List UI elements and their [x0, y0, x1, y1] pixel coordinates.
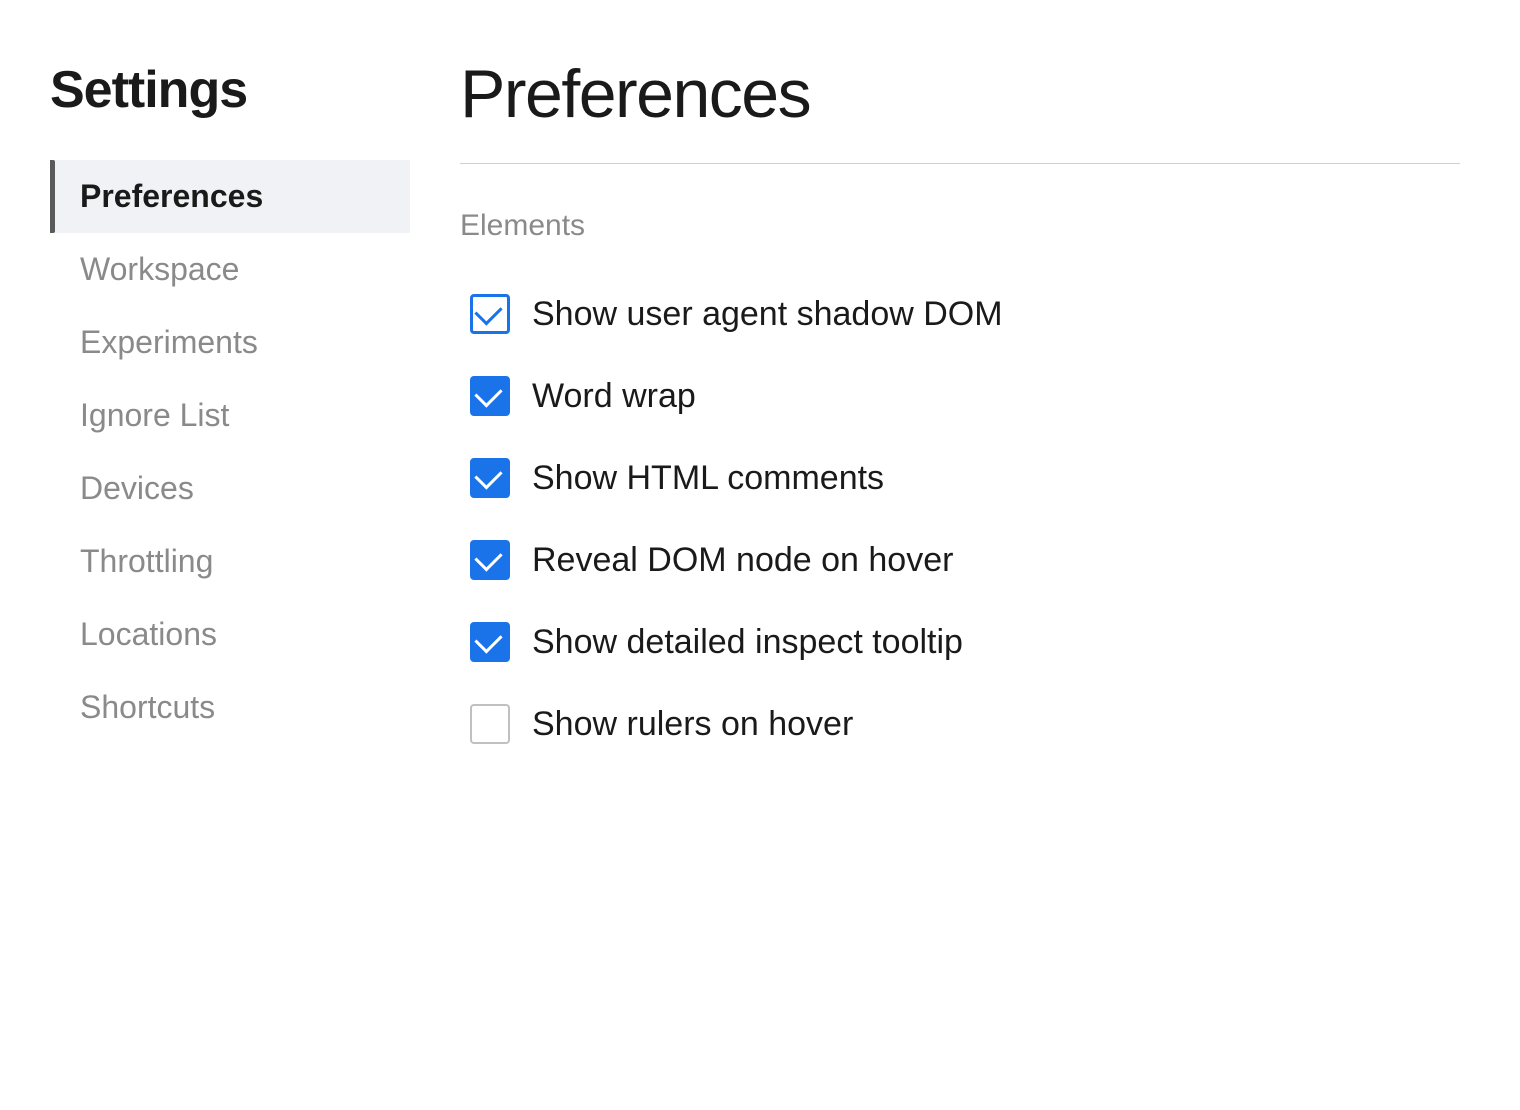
checkbox-inspect-tooltip[interactable]: [470, 622, 510, 662]
checkbox-label-shadow-dom[interactable]: Show user agent shadow DOM: [532, 295, 1003, 334]
section-label: Elements: [460, 209, 1460, 243]
checkbox-wrapper-rulers-hover: [470, 704, 510, 744]
checkbox-rulers-hover[interactable]: [470, 704, 510, 744]
list-item: Show rulers on hover: [460, 688, 1460, 760]
list-item: Word wrap: [460, 360, 1460, 432]
list-item: Show user agent shadow DOM: [460, 278, 1460, 350]
checkbox-label-inspect-tooltip[interactable]: Show detailed inspect tooltip: [532, 623, 963, 662]
checkbox-wrapper-shadow-dom: [470, 294, 510, 334]
checkbox-list: Show user agent shadow DOM Word wrap Show …: [460, 278, 1460, 760]
sidebar-item-experiments[interactable]: Experiments: [50, 306, 410, 379]
checkbox-label-rulers-hover[interactable]: Show rulers on hover: [532, 705, 853, 744]
sidebar-item-devices[interactable]: Devices: [50, 452, 410, 525]
checkbox-label-html-comments[interactable]: Show HTML comments: [532, 459, 884, 498]
checkbox-word-wrap[interactable]: [470, 376, 510, 416]
checkbox-label-reveal-dom[interactable]: Reveal DOM node on hover: [532, 541, 953, 580]
sidebar-item-shortcuts[interactable]: Shortcuts: [50, 671, 410, 744]
divider: [460, 163, 1460, 164]
sidebar-item-locations[interactable]: Locations: [50, 598, 410, 671]
checkbox-wrapper-html-comments: [470, 458, 510, 498]
sidebar-item-preferences[interactable]: Preferences: [50, 160, 410, 233]
checkbox-shadow-dom[interactable]: [470, 294, 510, 334]
checkbox-wrapper-word-wrap: [470, 376, 510, 416]
sidebar-title: Settings: [50, 60, 400, 120]
list-item: Show detailed inspect tooltip: [460, 606, 1460, 678]
main-content: Preferences Elements Show user agent shad…: [400, 0, 1520, 1110]
list-item: Reveal DOM node on hover: [460, 524, 1460, 596]
sidebar-nav: PreferencesWorkspaceExperimentsIgnore Li…: [50, 160, 400, 744]
sidebar-item-throttling[interactable]: Throttling: [50, 525, 410, 598]
checkbox-label-word-wrap[interactable]: Word wrap: [532, 377, 696, 416]
sidebar: Settings PreferencesWorkspaceExperiments…: [0, 0, 400, 1110]
checkbox-reveal-dom[interactable]: [470, 540, 510, 580]
section-elements: Elements Show user agent shadow DOM Word w…: [460, 209, 1460, 760]
list-item: Show HTML comments: [460, 442, 1460, 514]
sidebar-item-workspace[interactable]: Workspace: [50, 233, 410, 306]
checkbox-wrapper-reveal-dom: [470, 540, 510, 580]
page-title: Preferences: [460, 55, 1460, 133]
checkbox-wrapper-inspect-tooltip: [470, 622, 510, 662]
sections-container: Elements Show user agent shadow DOM Word w…: [460, 209, 1460, 760]
checkbox-html-comments[interactable]: [470, 458, 510, 498]
sidebar-item-ignore-list[interactable]: Ignore List: [50, 379, 410, 452]
